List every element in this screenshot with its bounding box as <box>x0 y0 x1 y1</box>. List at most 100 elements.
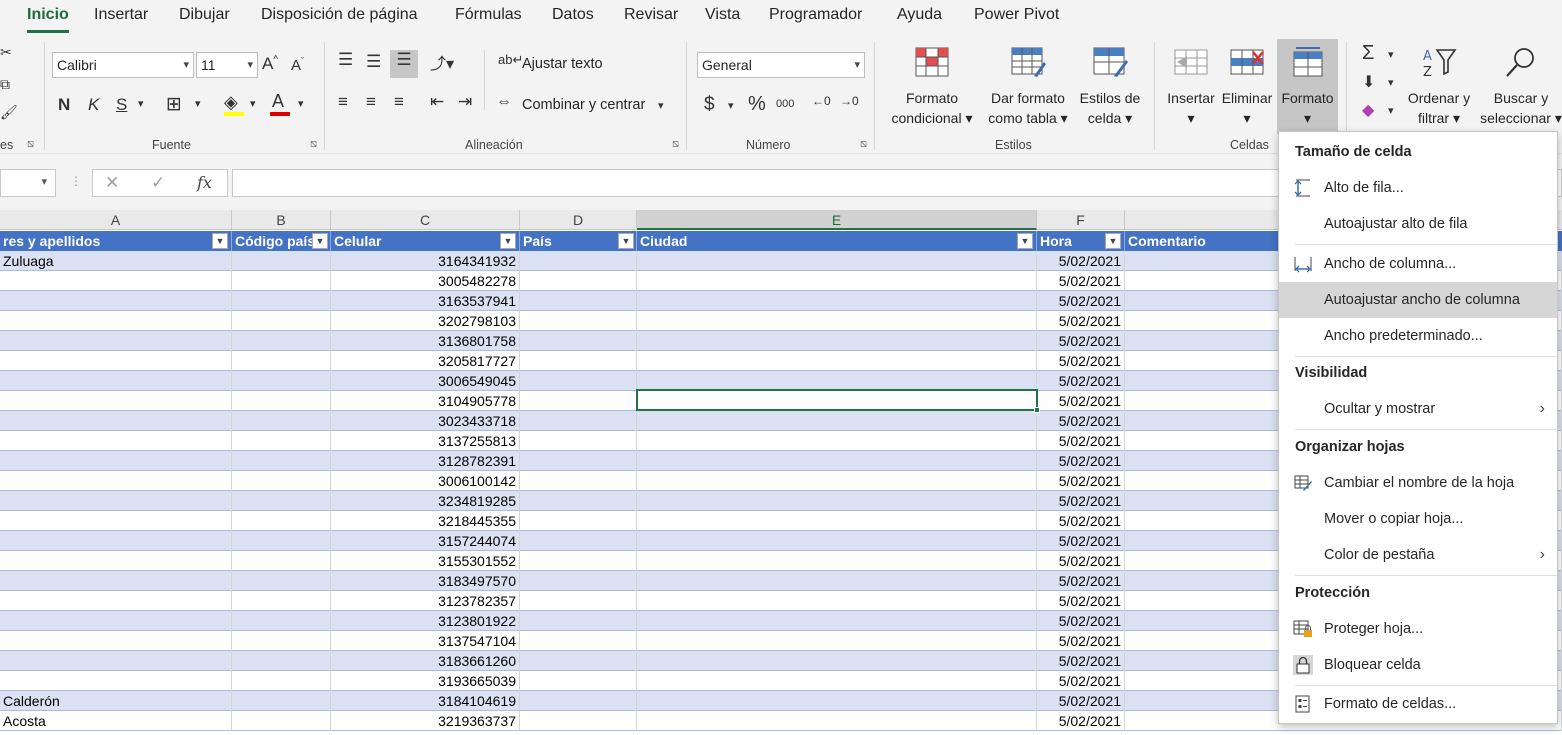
filter-dropdown-icon[interactable]: ▼ <box>212 233 228 249</box>
chevron-down-icon[interactable]: ▾ <box>1388 104 1394 117</box>
tab-programador[interactable]: Programador <box>769 6 862 24</box>
cell-nombre[interactable]: Calderón <box>0 691 232 711</box>
cell-celular[interactable]: 3205817727 <box>331 351 520 371</box>
cell-ciudad[interactable] <box>637 471 1037 491</box>
align-top-icon[interactable]: ☰ <box>338 50 353 70</box>
menu-item-autoajustar-ancho[interactable]: Autoajustar ancho de columna <box>1279 282 1557 318</box>
tab-datos[interactable]: Datos <box>552 6 594 24</box>
bold-button[interactable]: N <box>58 95 70 115</box>
cell-ciudad[interactable] <box>637 531 1037 551</box>
cell-codigo-pais[interactable] <box>232 531 331 551</box>
cell-celular[interactable]: 3234819285 <box>331 491 520 511</box>
fill-color-icon[interactable]: ◈ <box>224 92 238 113</box>
cell-hora[interactable]: 5/02/2021 <box>1037 631 1125 651</box>
cell-celular[interactable]: 3164341932 <box>331 251 520 271</box>
cell-pais[interactable] <box>520 671 637 691</box>
column-header-b[interactable]: B <box>232 210 331 230</box>
cell-codigo-pais[interactable] <box>232 651 331 671</box>
chevron-down-icon[interactable]: ▾ <box>658 99 664 112</box>
fill-down-icon[interactable]: ⬇ <box>1362 72 1375 92</box>
menu-item-alto-fila[interactable]: Alto de fila... <box>1279 170 1557 206</box>
cell-codigo-pais[interactable] <box>232 251 331 271</box>
chevron-down-icon[interactable]: ▾ <box>298 97 304 110</box>
chevron-down-icon[interactable]: ▾ <box>1388 76 1394 89</box>
filter-dropdown-icon[interactable]: ▼ <box>1105 233 1121 249</box>
cell-nombre[interactable]: Zuluaga <box>0 251 232 271</box>
cell-codigo-pais[interactable] <box>232 391 331 411</box>
sort-filter-button[interactable]: A Z Ordenar y filtrar ▾ <box>1404 46 1474 128</box>
cell-hora[interactable]: 5/02/2021 <box>1037 611 1125 631</box>
cell-codigo-pais[interactable] <box>232 471 331 491</box>
cell-pais[interactable] <box>520 371 637 391</box>
conditional-format-button[interactable]: Formato condicional ▾ <box>884 46 980 128</box>
cell-hora[interactable]: 5/02/2021 <box>1037 431 1125 451</box>
find-select-button[interactable]: Buscar y seleccionar ▾ <box>1476 46 1562 128</box>
italic-button[interactable]: K <box>88 95 99 115</box>
cell-codigo-pais[interactable] <box>232 691 331 711</box>
cell-celular[interactable]: 3006100142 <box>331 471 520 491</box>
cell-nombre[interactable] <box>0 291 232 311</box>
cell-hora[interactable]: 5/02/2021 <box>1037 471 1125 491</box>
cell-celular[interactable]: 3202798103 <box>331 311 520 331</box>
cell-hora[interactable]: 5/02/2021 <box>1037 691 1125 711</box>
cell-nombre[interactable] <box>0 651 232 671</box>
cell-codigo-pais[interactable] <box>232 331 331 351</box>
menu-item-proteger-hoja[interactable]: Proteger hoja... <box>1279 611 1557 647</box>
tab-ayuda[interactable]: Ayuda <box>897 6 942 24</box>
chevron-down-icon[interactable]: ▾ <box>195 97 201 110</box>
tab-insertar[interactable]: Insertar <box>94 6 148 24</box>
cell-nombre[interactable] <box>0 411 232 431</box>
format-painter-icon[interactable]: 🖌 <box>0 104 18 121</box>
cell-ciudad[interactable] <box>637 511 1037 531</box>
insert-cells-button[interactable]: Insertar ▾ <box>1162 46 1220 128</box>
menu-item-autoajustar-alto[interactable]: Autoajustar alto de fila <box>1279 206 1557 242</box>
cell-pais[interactable] <box>520 551 637 571</box>
delete-cells-button[interactable]: Eliminar ▾ <box>1218 46 1276 128</box>
cell-nombre[interactable]: Acosta <box>0 711 232 731</box>
menu-item-color-pestana[interactable]: Color de pestaña › <box>1279 537 1557 573</box>
cell-pais[interactable] <box>520 531 637 551</box>
column-header-e[interactable]: E <box>637 210 1037 230</box>
tab-dibujar[interactable]: Dibujar <box>179 6 230 24</box>
cell-nombre[interactable] <box>0 371 232 391</box>
cell-codigo-pais[interactable] <box>232 291 331 311</box>
currency-button[interactable]: $ <box>704 94 715 116</box>
cell-celular[interactable]: 3184104619 <box>331 691 520 711</box>
percent-button[interactable]: % <box>748 93 766 116</box>
cell-codigo-pais[interactable] <box>232 491 331 511</box>
cell-codigo-pais[interactable] <box>232 311 331 331</box>
align-middle-icon[interactable]: ☰ <box>366 52 381 72</box>
cell-codigo-pais[interactable] <box>232 431 331 451</box>
selected-cell-outline[interactable] <box>636 389 1038 411</box>
cell-celular[interactable]: 3183497570 <box>331 571 520 591</box>
copy-icon[interactable]: ⧉ <box>0 76 10 93</box>
cell-pais[interactable] <box>520 711 637 731</box>
cell-celular[interactable]: 3155301552 <box>331 551 520 571</box>
chevron-down-icon[interactable]: ▾ <box>728 99 734 112</box>
insert-function-icon[interactable]: fx <box>197 173 212 192</box>
thousands-button[interactable]: 000 <box>776 98 794 110</box>
decrease-font-icon[interactable]: Aˇ <box>291 56 304 74</box>
filter-dropdown-icon[interactable]: ▼ <box>312 233 328 249</box>
cell-nombre[interactable] <box>0 671 232 691</box>
cell-codigo-pais[interactable] <box>232 631 331 651</box>
cell-pais[interactable] <box>520 471 637 491</box>
chevron-down-icon[interactable]: ▾ <box>138 97 144 110</box>
orientation-icon[interactable]: ⤴▾ <box>430 50 454 74</box>
cell-codigo-pais[interactable] <box>232 351 331 371</box>
cell-hora[interactable]: 5/02/2021 <box>1037 491 1125 511</box>
cell-hora[interactable]: 5/02/2021 <box>1037 411 1125 431</box>
cell-celular[interactable]: 3005482278 <box>331 271 520 291</box>
cell-pais[interactable] <box>520 651 637 671</box>
cell-celular[interactable]: 3104905778 <box>331 391 520 411</box>
enter-icon[interactable]: ✓ <box>151 173 165 193</box>
tab-vista[interactable]: Vista <box>705 6 740 24</box>
cell-pais[interactable] <box>520 571 637 591</box>
cell-celular[interactable]: 3123801922 <box>331 611 520 631</box>
cell-codigo-pais[interactable] <box>232 411 331 431</box>
cell-celular[interactable]: 3137255813 <box>331 431 520 451</box>
cell-ciudad[interactable] <box>637 671 1037 691</box>
cell-hora[interactable]: 5/02/2021 <box>1037 711 1125 731</box>
cell-nombre[interactable] <box>0 471 232 491</box>
cell-nombre[interactable] <box>0 511 232 531</box>
